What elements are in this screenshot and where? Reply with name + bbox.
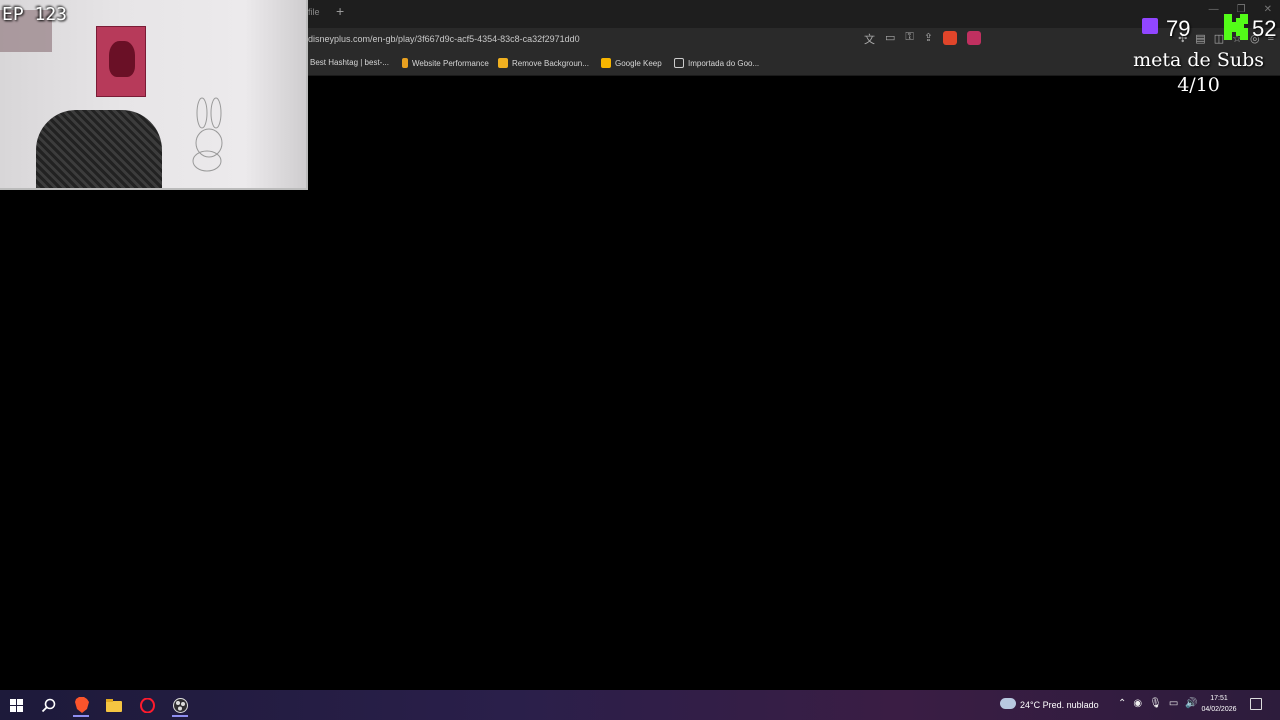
bookmark-remove-background[interactable]: Remove Backgroun... [498, 58, 589, 68]
bookmark-folder-imported[interactable]: Importada do Goo... [674, 58, 759, 68]
microphone-icon[interactable]: 🎙 [1149, 698, 1162, 709]
bookmark-label: Website Performance [412, 58, 489, 68]
share-icon[interactable]: ⇪ [924, 31, 933, 47]
weather-status[interactable]: 24°C Pred. nublado [1020, 700, 1099, 710]
bunny-drawing [192, 97, 223, 172]
bookmark-google-keep[interactable]: Google Keep [601, 58, 662, 68]
rocket-icon [402, 58, 408, 68]
file-explorer-icon[interactable] [100, 693, 128, 717]
twitch-icon [1142, 18, 1158, 34]
kick-icon [1224, 14, 1248, 40]
bookmark-best-hashtag[interactable]: Best Hashtag | best-... [310, 58, 389, 67]
brave-icon[interactable] [67, 693, 95, 717]
subs-goal: meta de Subs 4/10 [1133, 48, 1264, 98]
system-tray: ⌃ ◉ 🎙 ▭ 🔊 [1118, 698, 1198, 709]
browser-tab-bar: file + — ❐ ✕ [308, 0, 1280, 28]
stream-stats: 79 52 [1140, 14, 1280, 44]
twitch-viewer-count: 79 [1166, 16, 1191, 41]
bookmark-label: Google Keep [615, 58, 662, 68]
clock-time: 17:51 [1210, 695, 1228, 702]
clock-date: 04/02/2026 [1201, 706, 1237, 713]
address-bar-actions: 文 ▭ ⚿ ⇪ [864, 31, 981, 47]
windows-start-icon[interactable] [2, 693, 30, 717]
browser-tab[interactable]: file [308, 7, 320, 17]
bookmark-label: Importada do Goo... [688, 58, 760, 68]
wall-poster [96, 26, 146, 97]
episode-label: EP 123 [2, 4, 68, 25]
subs-goal-title: meta de Subs [1133, 49, 1264, 71]
folder-icon [674, 58, 684, 68]
webcam-overlay: EP 123 [0, 0, 308, 190]
removebg-icon [498, 58, 508, 68]
obs-icon[interactable] [166, 693, 194, 717]
subs-goal-progress: 4/10 [1177, 74, 1220, 96]
network-icon[interactable]: ▭ [1169, 698, 1178, 709]
gaming-chair [36, 110, 162, 188]
kick-viewer-count: 52 [1252, 16, 1277, 41]
search-icon[interactable] [34, 693, 62, 717]
opera-icon[interactable] [133, 693, 161, 717]
chevron-up-icon[interactable]: ⌃ [1118, 698, 1126, 709]
translate-icon[interactable]: 文 [864, 31, 875, 47]
bookmark-website-performance[interactable]: Website Performance [402, 58, 489, 68]
system-clock[interactable]: 17:51 04/02/2026 [1196, 693, 1242, 715]
weather-cloud-icon[interactable] [1000, 698, 1016, 709]
brave-shields-icon[interactable] [943, 31, 957, 45]
windows-taskbar: 24°C Pred. nublado ⌃ ◉ 🎙 ▭ 🔊 17:51 04/02… [0, 690, 1280, 720]
new-tab-button[interactable]: + [336, 3, 344, 19]
notification-center-icon[interactable] [1250, 698, 1262, 710]
key-icon[interactable]: ⚿ [905, 31, 913, 47]
bookmark-label: Best Hashtag | best-... [310, 58, 390, 67]
cast-icon[interactable]: ▭ [885, 31, 895, 47]
brave-rewards-icon[interactable] [967, 31, 981, 45]
meet-now-icon[interactable]: ◉ [1133, 698, 1142, 709]
keep-icon [601, 58, 611, 68]
address-bar[interactable]: disneyplus.com/en-gb/play/3f667d9c-acf5-… [308, 34, 580, 44]
bookmark-label: Remove Backgroun... [512, 58, 589, 68]
